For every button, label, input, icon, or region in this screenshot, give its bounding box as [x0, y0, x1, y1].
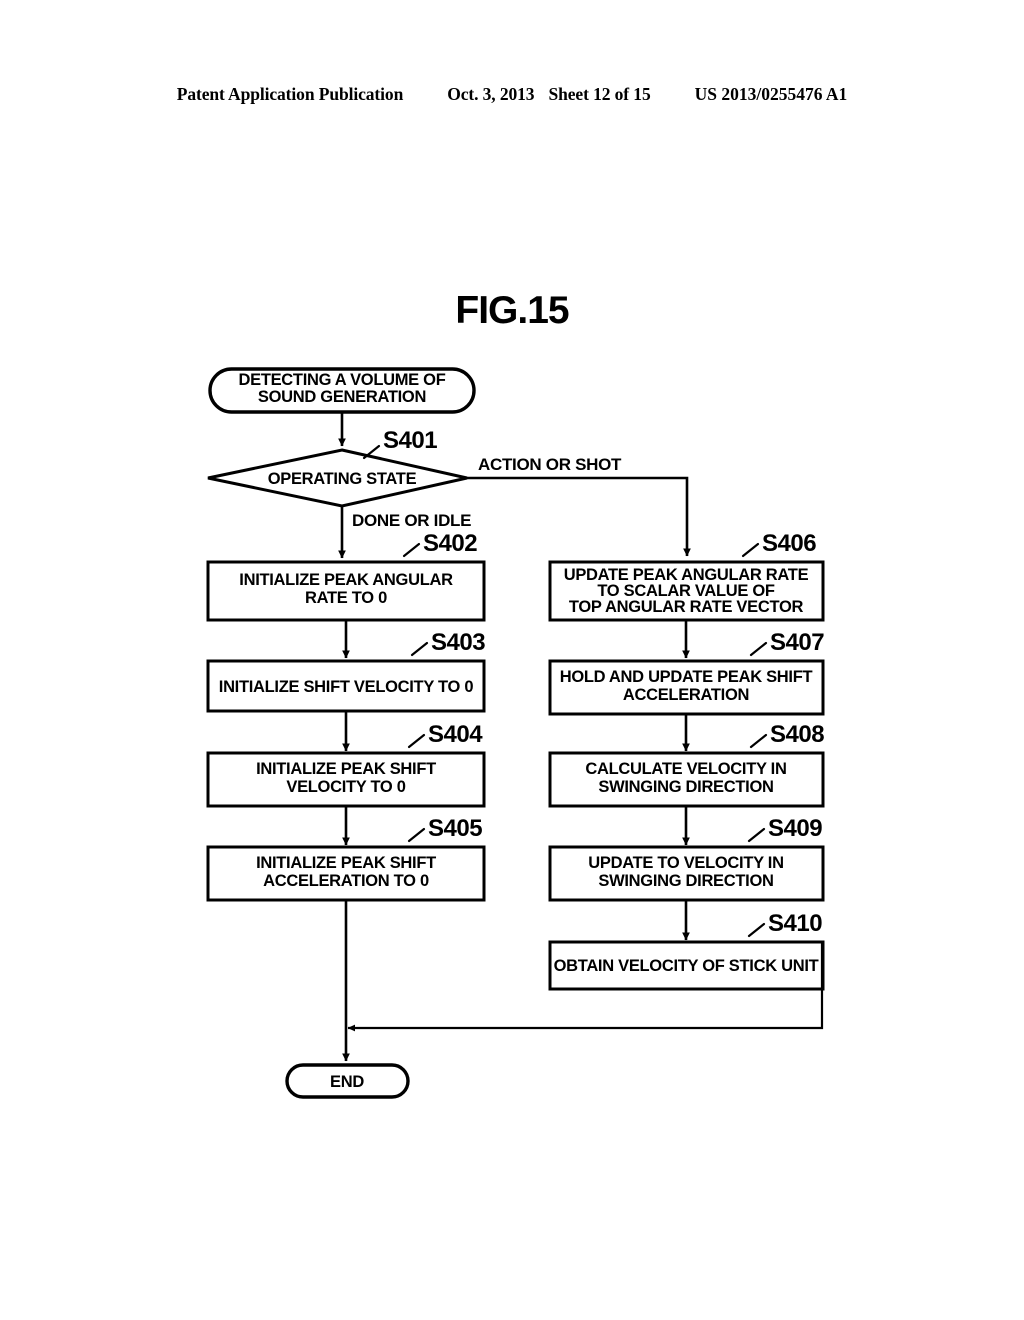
step-label-s410: S410: [768, 910, 822, 937]
step-label-s408: S408: [770, 721, 824, 748]
process-box-s407: HOLD AND UPDATE PEAK SHIFT ACCELERATION: [548, 659, 825, 716]
s404-line1: INITIALIZE PEAK SHIFT: [256, 760, 436, 778]
branch-label-done-or-idle: DONE OR IDLE: [352, 511, 471, 530]
leader-s402: [402, 542, 421, 558]
process-box-s410: OBTAIN VELOCITY OF STICK UNIT: [548, 940, 825, 991]
process-box-s408: CALCULATE VELOCITY IN SWINGING DIRECTION: [548, 751, 825, 808]
process-box-s409: UPDATE TO VELOCITY IN SWINGING DIRECTION: [548, 845, 825, 902]
process-box-s406: UPDATE PEAK ANGULAR RATE TO SCALAR VALUE…: [548, 560, 825, 622]
step-label-s401: S401: [383, 427, 437, 454]
s408-line1: CALCULATE VELOCITY IN: [585, 760, 786, 778]
s406-line3: TOP ANGULAR RATE VECTOR: [569, 598, 804, 616]
s402-line2: RATE TO 0: [305, 589, 387, 607]
flowchart-diagram: DETECTING A VOLUME OF SOUND GENERATION O…: [206, 367, 825, 1099]
step-label-s402: S402: [423, 530, 477, 557]
decision-operating-state: OPERATING STATE: [207, 448, 468, 508]
step-label-s407: S407: [770, 629, 824, 656]
s407-line2: ACCELERATION: [623, 686, 749, 704]
leader-s408: [749, 733, 768, 749]
s404-line2: VELOCITY TO 0: [286, 778, 405, 796]
leader-s406: [741, 542, 760, 558]
leader-s403: [410, 641, 429, 657]
s407-line1: HOLD AND UPDATE PEAK SHIFT: [560, 668, 813, 686]
s409-line2: SWINGING DIRECTION: [598, 872, 773, 890]
connector-s410-to-end-merge: [347, 989, 824, 1032]
step-label-s404: S404: [428, 721, 483, 748]
leader-s405: [407, 827, 426, 843]
s405-line1: INITIALIZE PEAK SHIFT: [256, 854, 436, 872]
decision-label: OPERATING STATE: [268, 470, 417, 488]
process-box-s404: INITIALIZE PEAK SHIFT VELOCITY TO 0: [206, 751, 486, 808]
process-box-s403: INITIALIZE SHIFT VELOCITY TO 0: [206, 659, 486, 713]
process-box-s405: INITIALIZE PEAK SHIFT ACCELERATION TO 0: [206, 845, 486, 902]
end-terminator-label: END: [330, 1073, 364, 1091]
start-terminator-line1: DETECTING A VOLUME OF: [239, 371, 446, 389]
leader-s410: [747, 922, 766, 938]
start-terminator-line2: SOUND GENERATION: [258, 388, 426, 406]
leader-s404: [407, 733, 426, 749]
s409-line1: UPDATE TO VELOCITY IN: [588, 854, 783, 872]
s408-line2: SWINGING DIRECTION: [598, 778, 773, 796]
s403-line1: INITIALIZE SHIFT VELOCITY TO 0: [219, 678, 474, 696]
step-label-s409: S409: [768, 815, 822, 842]
step-label-s403: S403: [431, 629, 485, 656]
s410-line1: OBTAIN VELOCITY OF STICK UNIT: [554, 957, 819, 975]
start-terminator: DETECTING A VOLUME OF SOUND GENERATION: [208, 367, 476, 414]
end-terminator: END: [285, 1063, 410, 1099]
step-label-s406: S406: [762, 530, 816, 557]
step-label-s405: S405: [428, 815, 482, 842]
leader-s409: [747, 827, 766, 843]
connector-decision-to-s406: [467, 476, 691, 557]
s405-line2: ACCELERATION TO 0: [263, 872, 429, 890]
leader-s407: [749, 641, 768, 657]
branch-label-action-or-shot: ACTION OR SHOT: [478, 455, 622, 474]
s402-line1: INITIALIZE PEAK ANGULAR: [239, 571, 453, 589]
process-box-s402: INITIALIZE PEAK ANGULAR RATE TO 0: [206, 560, 486, 622]
